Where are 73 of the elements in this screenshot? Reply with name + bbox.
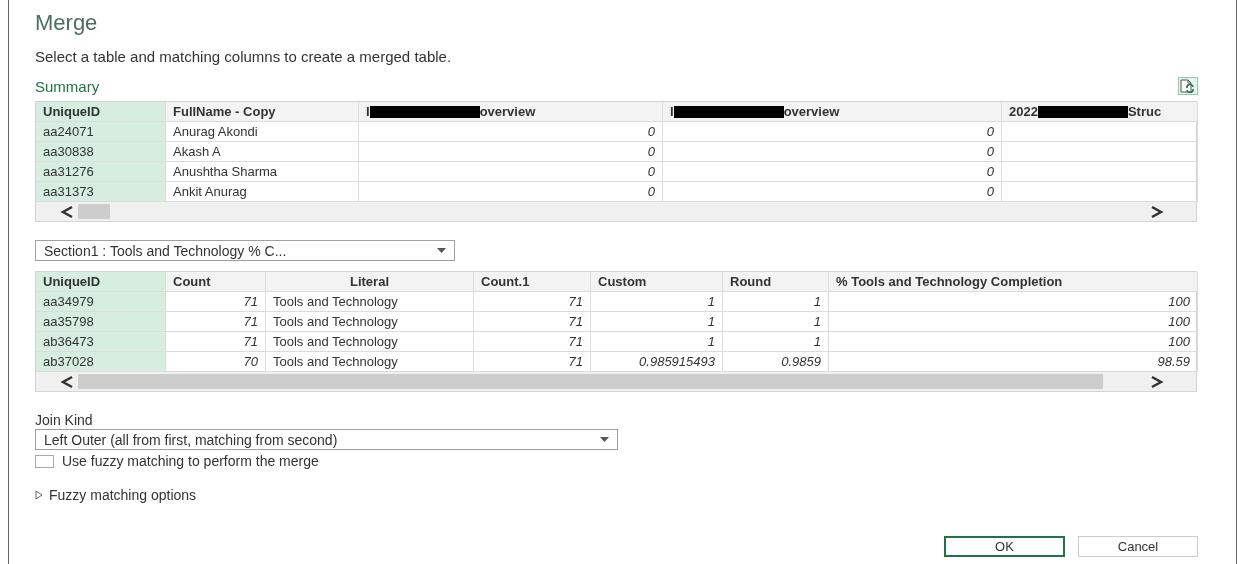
header-text: overview	[479, 103, 536, 121]
table-cell: 0	[359, 162, 663, 182]
caret-icon	[600, 437, 609, 442]
table-cell: 0	[359, 122, 663, 142]
header-text: Struc	[1127, 103, 1162, 121]
table-cell: 1	[723, 332, 829, 352]
table-cell: Akash A	[166, 142, 359, 162]
table-cell: 1	[591, 312, 723, 332]
column-header[interactable]: FullName - Copy	[166, 102, 359, 122]
column-header[interactable]: Round	[723, 272, 829, 292]
document-refresh-icon	[1180, 79, 1196, 93]
table-cell: 71	[166, 292, 266, 312]
column-header[interactable]: I overview	[663, 102, 1002, 122]
horizontal-scrollbar[interactable]	[36, 202, 1196, 221]
table-cell: 1	[723, 312, 829, 332]
table-cell: aa35798	[36, 312, 166, 332]
table-cell: 71	[166, 312, 266, 332]
table-cell: Tools and Technology	[266, 332, 474, 352]
table-cell: 71	[474, 312, 591, 332]
join-kind-label: Join Kind	[35, 412, 94, 428]
instruction-text: Select a table and matching columns to create a merged table.	[35, 48, 453, 65]
window-title: Merge	[35, 10, 99, 36]
table-cell: 1	[723, 292, 829, 312]
column-header[interactable]: Count	[166, 272, 266, 292]
summary-label: Summary	[35, 77, 100, 95]
table-cell: ab37028	[36, 352, 166, 372]
column-header[interactable]: 2022 Struc	[1002, 102, 1198, 122]
horizontal-scrollbar[interactable]	[36, 372, 1196, 391]
table-cell: Tools and Technology	[266, 312, 474, 332]
header-text: I	[366, 103, 370, 121]
table-cell: aa31373	[36, 182, 166, 202]
table-cell: 71	[166, 332, 266, 352]
table-cell: 0	[663, 162, 1002, 182]
table-cell: 71	[474, 332, 591, 352]
table-cell: Anushtha Sharma	[166, 162, 359, 182]
column-header[interactable]: UniqueID	[36, 272, 166, 292]
caret-icon	[437, 248, 446, 253]
checkbox[interactable]	[35, 454, 54, 468]
column-header[interactable]: Count.1	[474, 272, 591, 292]
table-cell: 71	[474, 292, 591, 312]
column-header[interactable]: Literal	[266, 272, 474, 292]
table-cell: 1	[591, 292, 723, 312]
expand-triangle-icon[interactable]	[35, 490, 43, 500]
table-cell: 100	[829, 332, 1198, 352]
column-header[interactable]: % Tools and Technology Completion	[829, 272, 1198, 292]
column-header[interactable]: I overview	[359, 102, 663, 122]
table-cell: aa30838	[36, 142, 166, 162]
table-cell: aa31276	[36, 162, 166, 182]
header-text: overview	[783, 103, 840, 121]
scrollbar-thumb[interactable]	[78, 204, 110, 219]
refresh-button[interactable]	[1178, 77, 1198, 95]
table-cell: 100	[829, 292, 1198, 312]
table-cell: 100	[829, 312, 1198, 332]
table-cell: aa24071	[36, 122, 166, 142]
column-header[interactable]: Custom	[591, 272, 723, 292]
table-cell: aa34979	[36, 292, 166, 312]
ok-button[interactable]: OK	[944, 536, 1065, 557]
table-cell: 0	[359, 142, 663, 162]
checkbox-label: Use fuzzy matching to perform the merge	[62, 453, 319, 469]
table-cell: ab36473	[36, 332, 166, 352]
table-cell: Anurag Akondi	[166, 122, 359, 142]
table-cell: 0	[663, 142, 1002, 162]
table-cell: Tools and Technology	[266, 292, 474, 312]
table-cell: 0	[663, 122, 1002, 142]
fuzzy-options-label[interactable]: Fuzzy matching options	[49, 487, 197, 503]
table-selector[interactable]: Section1 : Tools and Technology % C...	[35, 240, 455, 261]
header-text: I	[670, 103, 674, 121]
scrollbar-thumb[interactable]	[78, 374, 1103, 389]
header-text: 2022	[1009, 103, 1038, 121]
table-cell: 1	[591, 332, 723, 352]
cancel-button[interactable]: Cancel	[1078, 536, 1198, 557]
column-header[interactable]: UniqueID	[36, 102, 166, 122]
join-kind-dropdown[interactable]: Left Outer (all from first, matching from second)	[35, 429, 618, 450]
